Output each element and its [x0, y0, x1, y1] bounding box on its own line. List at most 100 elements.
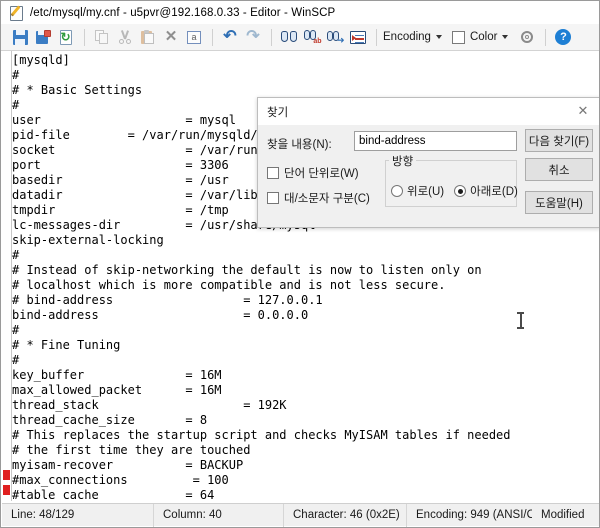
editor-line: skip-external-locking	[12, 233, 164, 247]
encoding-menu[interactable]: Encoding	[383, 31, 444, 43]
reload-button[interactable]: ↻	[55, 26, 77, 48]
undo-button[interactable]: ↶	[219, 26, 241, 48]
editor-line: # * Fine Tuning	[12, 338, 121, 352]
title-bar: /etc/mysql/my.cnf - u5pvr@192.168.0.33 -…	[1, 1, 599, 24]
toolbar-separator-1	[84, 28, 85, 46]
scissors-icon	[118, 30, 132, 44]
bookmark-marker[interactable]	[3, 470, 10, 480]
editor-line: thread_cache_size = 8	[12, 413, 208, 427]
save-icon	[12, 29, 28, 45]
editor-gutter[interactable]	[2, 51, 12, 501]
select-all-button[interactable]: a	[183, 26, 205, 48]
copy-icon	[95, 30, 109, 44]
status-bar: Line: 48/129 Column: 40 Character: 46 (0…	[2, 503, 599, 527]
binoculars-replace-icon: ab	[303, 30, 322, 45]
whole-word-label: 단어 단위로(W)	[284, 168, 359, 180]
winscp-editor-window: /etc/mysql/my.cnf - u5pvr@192.168.0.33 -…	[0, 0, 600, 528]
editor-line: # the first time they are touched	[12, 443, 251, 457]
binoculars-icon	[281, 30, 297, 44]
chevron-down-icon	[435, 35, 442, 39]
whole-word-checkbox[interactable]	[267, 167, 279, 179]
editor-line: [mysqld]	[12, 53, 70, 67]
undo-arrow-icon: ↶	[223, 28, 237, 45]
direction-group-label: 방향	[389, 153, 417, 169]
copy-button[interactable]	[91, 26, 113, 48]
direction-up-label: 위로(U)	[407, 186, 445, 198]
redo-button[interactable]: ↷	[242, 26, 264, 48]
paste-button[interactable]	[137, 26, 159, 48]
editor-line: #table cache = 64	[12, 488, 215, 501]
match-case-label: 대/소문자 구분(C)	[284, 193, 370, 205]
match-case-checkbox-row[interactable]: 대/소문자 구분(C)	[267, 190, 370, 206]
editor-line: # localhost which is more compatible and…	[12, 278, 446, 292]
preferences-button[interactable]	[516, 26, 538, 48]
editor-line: myisam-recover = BACKUP	[12, 458, 244, 472]
status-line: Line: 48/129	[2, 503, 154, 527]
close-x-icon: ✕	[164, 28, 178, 45]
direction-down-label: 아래로(D)	[470, 186, 518, 198]
find-dialog: 찾기 ✕ 찾을 내용(N): bind-address 단어 단위로(W) 대/…	[257, 97, 599, 228]
binoculars-next-icon: ➜	[326, 30, 345, 45]
select-all-icon: a	[187, 30, 201, 44]
find-next-dialog-button[interactable]: 다음 찾기(F)	[525, 129, 593, 152]
save-button[interactable]	[9, 26, 31, 48]
direction-radio-row: 위로(U) 아래로(D)	[391, 183, 518, 199]
redo-arrow-icon: ↷	[246, 28, 260, 45]
toolbar-separator-4	[376, 28, 377, 46]
color-menu-label: Color	[469, 31, 498, 43]
encoding-menu-label: Encoding	[383, 31, 431, 43]
status-character: Character: 46 (0x2E)	[284, 503, 407, 527]
editor-line: #max_connections = 100	[12, 473, 229, 487]
editor-line: #	[12, 353, 20, 367]
editor-document-icon	[9, 5, 24, 21]
find-button[interactable]	[278, 26, 300, 48]
toolbar-separator-2	[212, 28, 213, 46]
editor-line: # Instead of skip-networking the default…	[12, 263, 482, 277]
find-what-label: 찾을 내용(N):	[267, 139, 332, 151]
editor-line: # This replaces the startup script and c…	[12, 428, 511, 442]
editor-line: #	[12, 248, 20, 262]
gear-icon	[520, 30, 534, 44]
editor-line: thread_stack = 192K	[12, 398, 287, 412]
status-column: Column: 40	[154, 503, 284, 527]
save-as-icon	[35, 29, 51, 45]
find-dialog-title: 찾기	[267, 106, 289, 119]
window-title: /etc/mysql/my.cnf - u5pvr@192.168.0.33 -…	[30, 6, 336, 19]
help-dialog-button[interactable]: 도움말(H)	[525, 191, 593, 214]
match-case-checkbox[interactable]	[267, 192, 279, 204]
replace-button[interactable]: ab	[301, 26, 323, 48]
editor-line: #	[12, 68, 20, 82]
reload-icon: ↻	[59, 29, 72, 45]
editor-line: # * Basic Settings	[12, 83, 143, 97]
goto-line-icon	[350, 30, 366, 44]
whole-word-checkbox-row[interactable]: 단어 단위로(W)	[267, 165, 359, 181]
cancel-button[interactable]: 취소	[525, 158, 593, 181]
toolbar-separator-5	[545, 28, 547, 46]
chevron-down-icon	[502, 35, 509, 39]
editor-line: key_buffer = 16M	[12, 368, 222, 382]
color-swatch-icon	[451, 30, 465, 44]
toolbar: ↻ ✕ a ↶ ↷ ab ➜ Encoding Color ?	[1, 24, 599, 51]
bookmark-marker[interactable]	[3, 485, 10, 495]
editor-line: #	[12, 323, 20, 337]
delete-button[interactable]: ✕	[160, 26, 182, 48]
help-question-icon: ?	[555, 29, 572, 45]
clipboard-icon	[141, 29, 155, 45]
toolbar-separator-3	[271, 28, 272, 46]
status-modified: Modified	[541, 509, 585, 521]
editor-line: max_allowed_packet = 16M	[12, 383, 222, 397]
save-as-button[interactable]	[32, 26, 54, 48]
color-menu[interactable]: Color	[451, 30, 510, 44]
direction-up-radio[interactable]	[391, 185, 403, 197]
go-to-line-button[interactable]	[347, 26, 369, 48]
find-what-input[interactable]: bind-address	[354, 131, 517, 151]
help-button[interactable]: ?	[552, 26, 574, 48]
editor-line: # bind-address = 127.0.0.1	[12, 293, 323, 307]
status-encoding: Encoding: 949 (ANSI/OE	[416, 509, 532, 521]
find-dialog-title-bar: 찾기 ✕	[258, 98, 599, 125]
direction-down-radio[interactable]	[454, 185, 467, 197]
cut-button[interactable]	[114, 26, 136, 48]
find-next-button[interactable]: ➜	[324, 26, 346, 48]
editor-line: bind-address = 0.0.0.0	[12, 308, 309, 322]
close-icon[interactable]: ✕	[566, 98, 599, 125]
